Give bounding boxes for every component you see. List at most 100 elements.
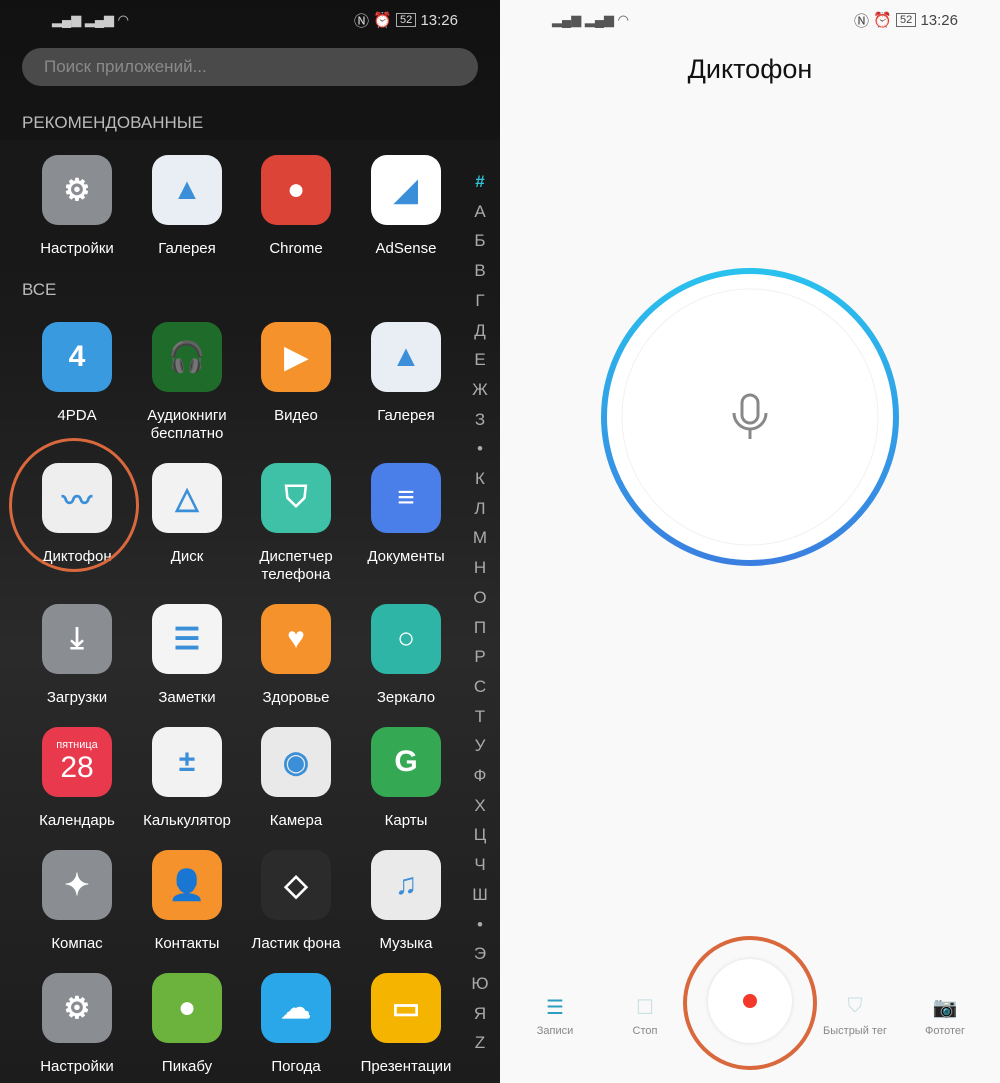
alphabet-index-letter[interactable]: С: [468, 677, 492, 697]
alphabet-index-letter[interactable]: Э: [468, 944, 492, 964]
app-camera[interactable]: ◉ Камера: [241, 727, 351, 830]
alphabet-index-letter[interactable]: Ф: [468, 766, 492, 786]
contacts-icon: 👤: [152, 850, 222, 920]
signal-icons: ▂▄▆ ▂▄▆ ◠: [52, 12, 129, 27]
alphabet-index-letter[interactable]: Я: [468, 1004, 492, 1024]
alphabet-index-letter[interactable]: О: [468, 588, 492, 608]
app-label: Календарь: [39, 812, 115, 829]
icon-glyph: ●: [177, 991, 197, 1024]
status-right: Ⓝ ⏰ 52 13:26: [854, 10, 958, 30]
app-label: Диспетчер телефона: [259, 548, 333, 583]
alphabet-index-letter[interactable]: Д: [468, 321, 492, 341]
icon-glyph: ▲: [391, 340, 421, 373]
alphabet-index-letter[interactable]: Л: [468, 499, 492, 519]
app-video[interactable]: ▶ Видео: [241, 322, 351, 425]
compass-icon: ✦: [42, 850, 112, 920]
alphabet-index-letter[interactable]: Ш: [468, 885, 492, 905]
app-gallery[interactable]: ▲ Галерея: [132, 155, 242, 258]
app-eraser[interactable]: ◇ Ластик фона: [241, 850, 351, 953]
app-mirror[interactable]: ○ Зеркало: [351, 604, 461, 707]
app-notes[interactable]: ☰ Заметки: [132, 604, 242, 707]
alphabet-index-letter[interactable]: Т: [468, 707, 492, 727]
alphabet-index-letter[interactable]: Ч: [468, 855, 492, 875]
app-label: Загрузки: [46, 689, 108, 706]
alphabet-index-letter[interactable]: Ж: [468, 380, 492, 400]
app-documents[interactable]: ≡ Документы: [351, 463, 461, 566]
nfc-icon: Ⓝ: [353, 12, 369, 30]
app-gallery[interactable]: ▲ Галерея: [351, 322, 461, 425]
alphabet-index-letter[interactable]: К: [468, 469, 492, 489]
app-audiobooks[interactable]: 🎧 Аудиокниги бесплатно: [132, 322, 242, 443]
app-4pda[interactable]: 4 4PDA: [22, 322, 132, 425]
app-presentations[interactable]: ▭ Презентации: [351, 973, 461, 1076]
app-calendar[interactable]: пятница 28 Календарь: [22, 727, 132, 830]
app-contacts[interactable]: 👤 Контакты: [132, 850, 242, 953]
alphabet-index-letter[interactable]: Г: [468, 291, 492, 311]
app-compass[interactable]: ✦ Компас: [22, 850, 132, 953]
clock: 13:26: [420, 11, 458, 29]
alphabet-index-letter[interactable]: Ц: [468, 825, 492, 845]
app-adsense[interactable]: ◢ AdSense: [351, 155, 461, 258]
alphabet-index-letter[interactable]: Ю: [468, 974, 492, 994]
app-maps[interactable]: G Карты: [351, 727, 461, 830]
camera-icon: 📷: [932, 997, 958, 1019]
app-phone-manager[interactable]: ⛉ Диспетчер телефона: [241, 463, 351, 584]
icon-glyph: G: [394, 745, 418, 778]
alphabet-index-letter[interactable]: Н: [468, 558, 492, 578]
alphabet-index-letter[interactable]: Е: [468, 350, 492, 370]
nav-bookmark[interactable]: ⛉ Быстрый тег: [810, 995, 900, 1037]
app-weather[interactable]: ☁ Погода: [241, 973, 351, 1076]
app-label: Пикабу: [161, 1058, 213, 1075]
recorder-screen: ▂▄▆ ▂▄▆ ◠ Ⓝ ⏰ 52 13:26 Диктофон ☰ Записи ☐…: [500, 0, 1000, 1083]
alphabet-index-letter[interactable]: #: [468, 172, 492, 192]
gallery-icon: ▲: [152, 155, 222, 225]
clock: 13:26: [920, 11, 958, 29]
icon-glyph: ▶: [284, 340, 308, 374]
alphabet-index-letter[interactable]: Б: [468, 231, 492, 251]
audiobooks-icon: 🎧: [152, 322, 222, 392]
app-label: Диск: [170, 548, 204, 565]
alphabet-index-letter[interactable]: П: [468, 618, 492, 638]
app-chrome[interactable]: ● Chrome: [241, 155, 351, 258]
app-health[interactable]: ♥ Здоровье: [241, 604, 351, 707]
nav-camera[interactable]: 📷 Фототег: [900, 995, 990, 1037]
app-settings[interactable]: ⚙ Настройки: [22, 155, 132, 258]
alphabet-index-letter[interactable]: •: [468, 915, 492, 935]
nav-stop[interactable]: ☐ Стоп: [600, 995, 690, 1037]
alphabet-index-letter[interactable]: З: [468, 410, 492, 430]
alphabet-index-letter[interactable]: Р: [468, 647, 492, 667]
app-calculator[interactable]: ± Калькулятор: [132, 727, 242, 830]
alphabet-index-letter[interactable]: У: [468, 736, 492, 756]
icon-glyph: ☰: [173, 622, 201, 656]
nav-label: Записи: [536, 1025, 574, 1037]
icon-glyph: 🎧: [168, 340, 206, 374]
icon-glyph: ⛉: [284, 481, 308, 514]
icon-glyph: ◉: [282, 745, 310, 779]
search-input[interactable]: Поиск приложений...: [22, 48, 478, 86]
alphabet-index-letter[interactable]: М: [468, 528, 492, 548]
alphabet-index-letter[interactable]: Х: [468, 796, 492, 816]
annotation-circle: [683, 936, 817, 1070]
section-all: ВСЕ: [22, 280, 57, 299]
nav-label: Стоп: [632, 1025, 658, 1037]
maps-icon: G: [371, 727, 441, 797]
alphabet-index-letter[interactable]: А: [468, 202, 492, 222]
alphabet-index-letter[interactable]: В: [468, 261, 492, 281]
app-downloads[interactable]: ⤓ Загрузки: [22, 604, 132, 707]
nav-list[interactable]: ☰ Записи: [510, 995, 600, 1037]
alphabet-index-letter[interactable]: Z: [468, 1033, 492, 1053]
app-label: Ластик фона: [251, 935, 341, 952]
icon-glyph: 👤: [168, 868, 206, 902]
app-label: Настройки: [40, 240, 114, 257]
signal-icons: ▂▄▆ ▂▄▆ ◠: [552, 12, 629, 27]
battery-icon: 52: [396, 13, 417, 27]
calendar-day: пятница: [56, 739, 98, 751]
app-pikabu[interactable]: ● Пикабу: [132, 973, 242, 1076]
app-settings[interactable]: ⚙ Настройки: [22, 973, 132, 1076]
app-drive[interactable]: △ Диск: [132, 463, 242, 566]
alphabet-index-letter[interactable]: •: [468, 439, 492, 459]
app-label: AdSense: [375, 240, 437, 257]
app-music[interactable]: ♫ Музыка: [351, 850, 461, 953]
recording-visualizer: [601, 268, 899, 566]
page-title: Диктофон: [687, 54, 813, 84]
